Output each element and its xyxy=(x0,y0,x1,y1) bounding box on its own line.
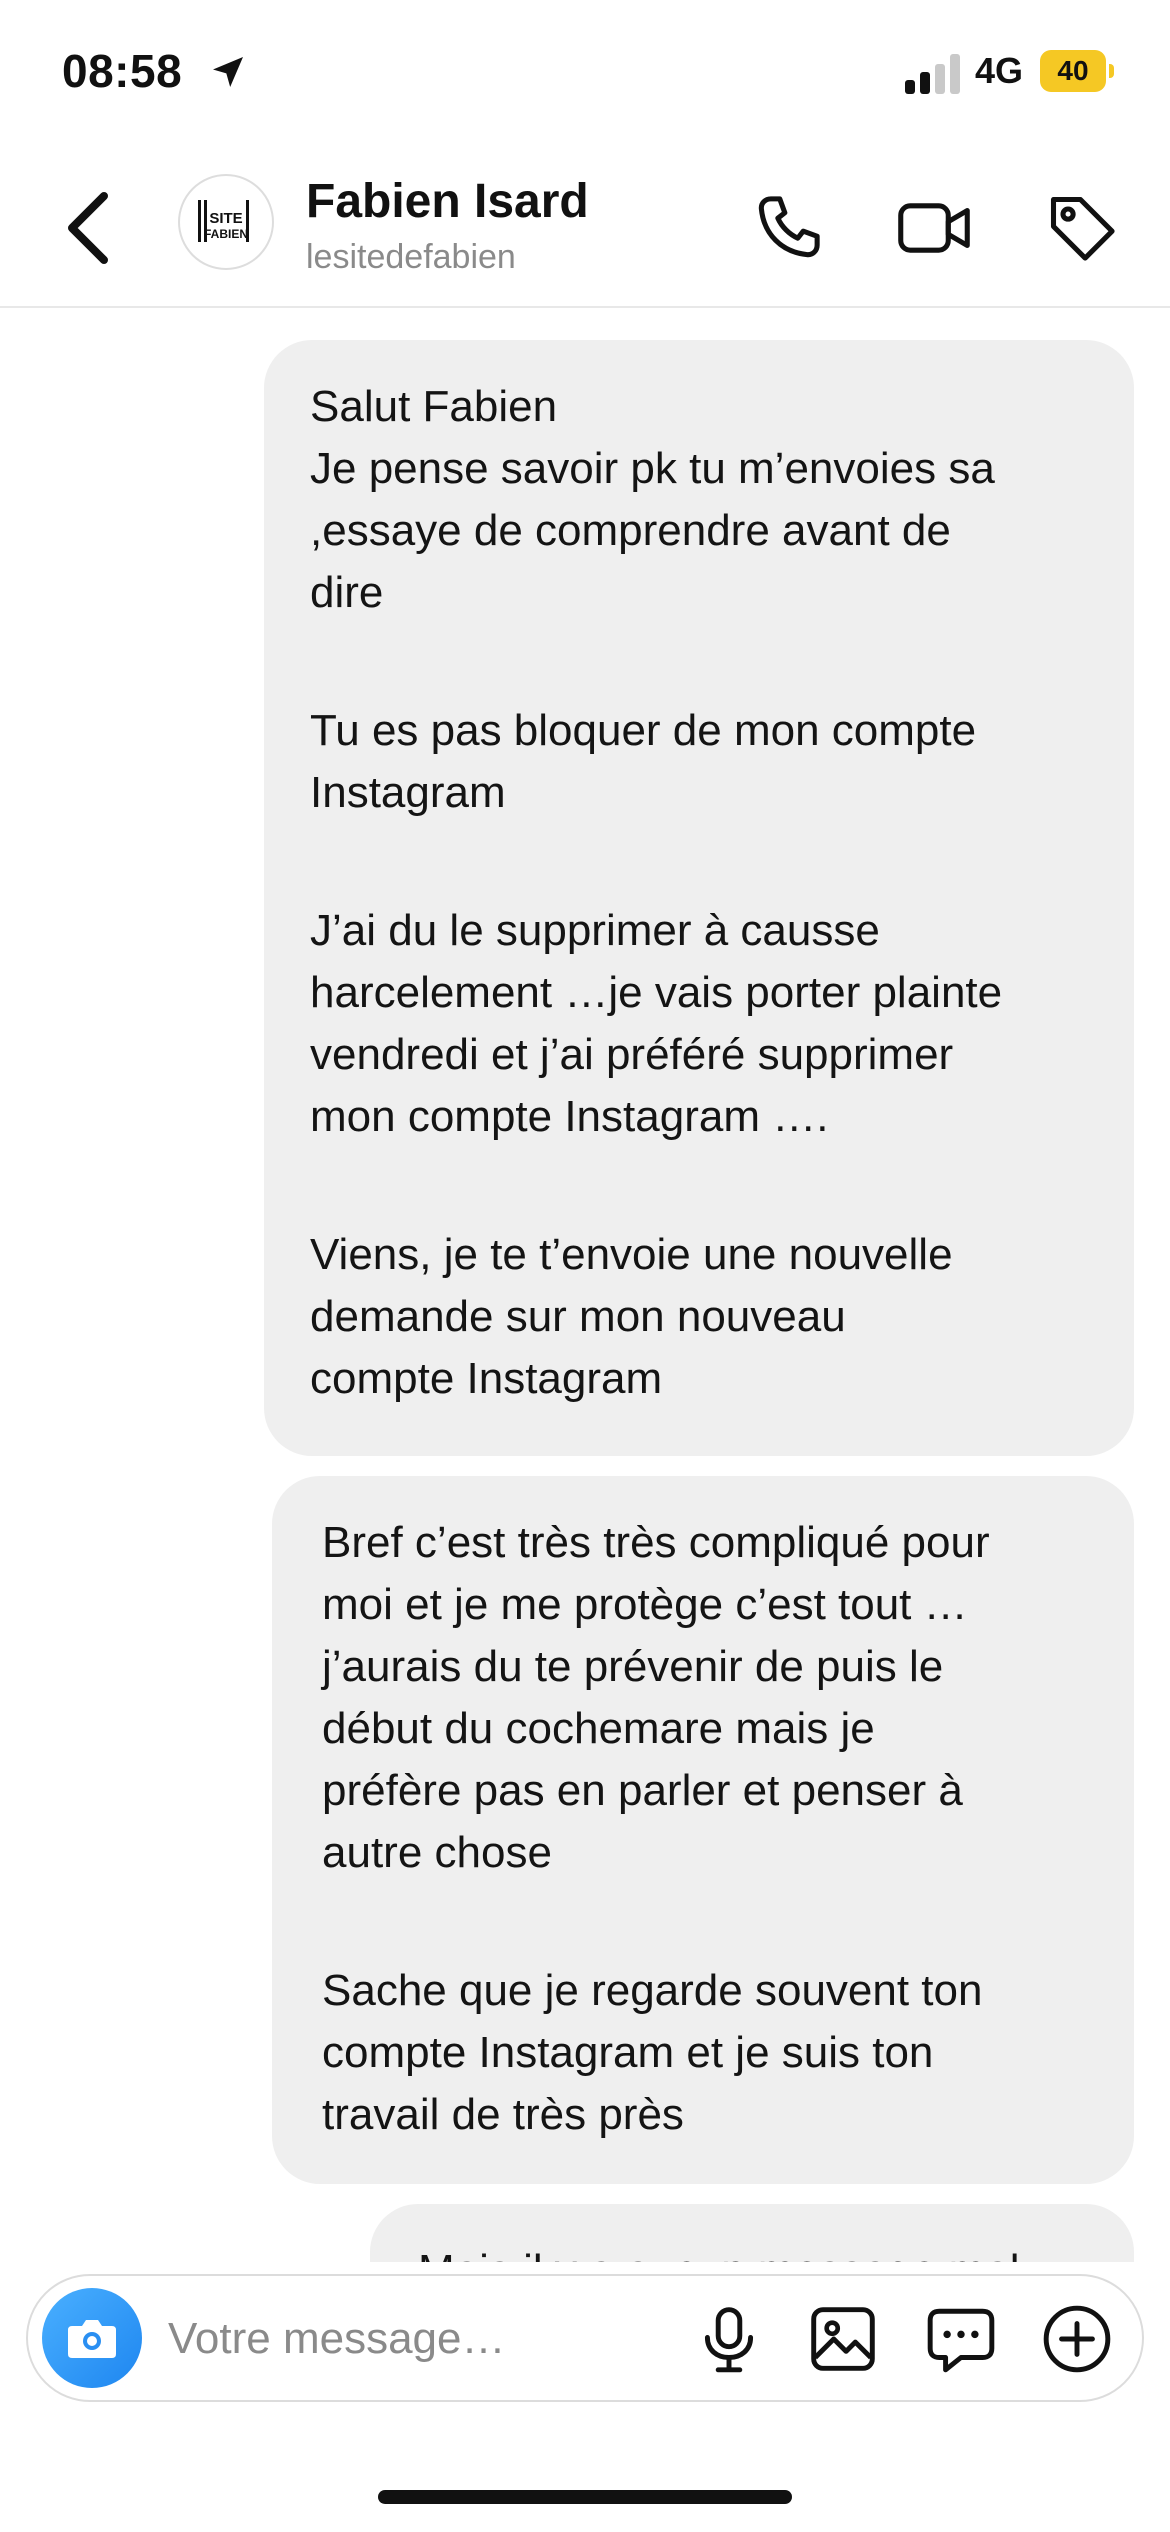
battery-level: 40 xyxy=(1040,50,1106,92)
avatar-text-bottom: FABIEN xyxy=(204,227,248,241)
location-arrow-icon xyxy=(213,57,243,87)
message-composer: Votre message… xyxy=(26,2274,1144,2402)
status-bar: 08:58 4G 40 xyxy=(0,0,1170,150)
camera-button[interactable] xyxy=(42,2288,142,2388)
chat-bubble-icon[interactable] xyxy=(924,2302,998,2376)
battery-icon: 40 xyxy=(1040,50,1114,92)
chat-header: SITE FABIEN Fabien Isard lesitedefabien xyxy=(0,150,1170,308)
cellular-signal-icon xyxy=(905,54,960,94)
network-type: 4G xyxy=(975,50,1024,91)
camera-icon xyxy=(68,2320,116,2358)
site-fabien-logo-icon: SITE FABIEN xyxy=(198,200,249,242)
message-bubble[interactable]: Salut Fabien Je pense savoir pk tu m’env… xyxy=(264,340,1134,1456)
microphone-icon[interactable] xyxy=(692,2302,766,2376)
plus-circle-icon[interactable] xyxy=(1040,2302,1114,2376)
avatar[interactable]: SITE FABIEN xyxy=(178,174,274,270)
image-icon[interactable] xyxy=(806,2302,880,2376)
tag-icon[interactable] xyxy=(1044,190,1120,266)
avatar-text-top: SITE xyxy=(209,210,242,227)
home-indicator[interactable] xyxy=(378,2490,792,2504)
contact-handle[interactable]: lesitedefabien xyxy=(306,238,516,277)
contact-name[interactable]: Fabien Isard xyxy=(306,174,589,229)
message-input[interactable]: Votre message… xyxy=(168,2314,506,2364)
status-time: 08:58 xyxy=(62,45,183,97)
message-bubble[interactable]: Bref c’est très très compliqué pour moi … xyxy=(272,1476,1134,2184)
chevron-left-icon[interactable] xyxy=(60,188,120,268)
video-camera-icon[interactable] xyxy=(896,190,972,266)
phone-icon[interactable] xyxy=(750,190,826,266)
